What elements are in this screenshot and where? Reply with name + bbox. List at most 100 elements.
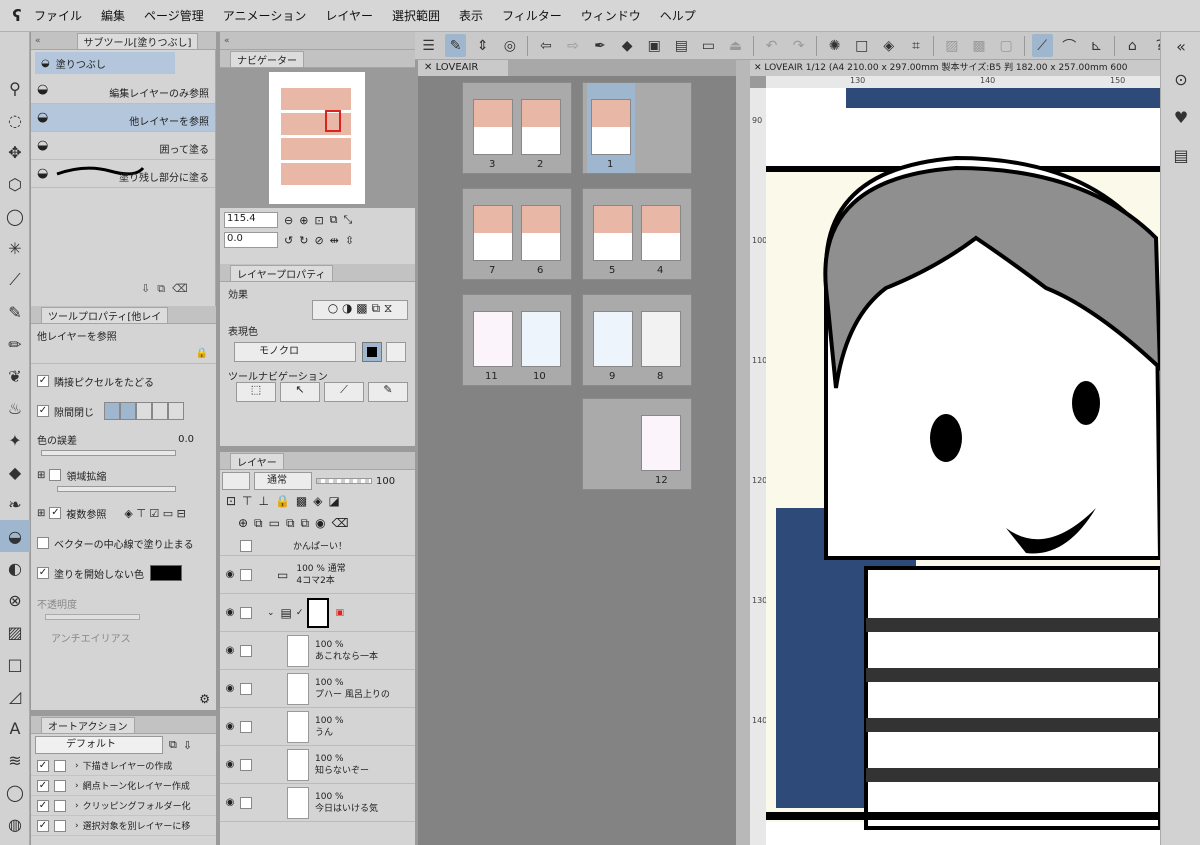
tab-layer[interactable]: レイヤー <box>230 452 284 469</box>
chevron-down-icon[interactable]: ⌄ <box>267 608 275 618</box>
object-icon[interactable]: ⬡ <box>0 168 30 200</box>
magic-wand-icon[interactable]: ✳ <box>0 232 30 264</box>
collapse-icon[interactable]: « <box>224 36 230 46</box>
layer-row[interactable]: ◉ 100 % うん <box>220 708 415 746</box>
page-spread[interactable]: 9 8 <box>582 294 692 386</box>
menu-window[interactable]: ウィンドウ <box>581 7 641 24</box>
pen-icon[interactable]: ✒ <box>589 34 610 57</box>
zoom-in-icon[interactable]: ⊕ <box>299 214 308 227</box>
checkbox[interactable]: ✓ <box>49 507 62 519</box>
chevron-right-icon[interactable]: › <box>75 821 79 831</box>
menu-filter[interactable]: フィルター <box>502 7 562 24</box>
page-spread[interactable]: 3 2 <box>462 82 572 174</box>
text-icon[interactable]: A <box>0 712 30 744</box>
zoom-out-icon[interactable]: ⊖ <box>284 214 293 227</box>
snap-grid-icon[interactable]: ⊾ <box>1086 34 1107 57</box>
checkbox[interactable]: ✓ <box>37 779 49 792</box>
balloon-icon[interactable]: ≋ <box>0 744 30 776</box>
navigator-preview[interactable] <box>220 68 415 208</box>
option-area-scaling[interactable]: ⊞ 領域拡縮 <box>31 464 216 486</box>
collapse-icon[interactable]: « <box>1161 32 1200 60</box>
layer-color-select[interactable] <box>222 472 250 490</box>
tab-autoaction[interactable]: オートアクション <box>41 716 135 733</box>
clear-icon[interactable]: □ <box>851 34 872 57</box>
subtool-item[interactable]: ◒ 編集レイヤーのみ参照 <box>31 76 215 104</box>
fill-tool-icon[interactable]: ◒ <box>0 520 30 552</box>
tab-navigator[interactable]: ナビゲーター <box>230 50 304 67</box>
ruler-icon[interactable]: ◿ <box>0 680 30 712</box>
black-swatch[interactable] <box>362 342 382 362</box>
download-icon[interactable]: ⇩ <box>141 282 150 295</box>
layer-row[interactable]: かんぱーい！ <box>220 536 415 556</box>
checkbox[interactable] <box>37 537 49 549</box>
snap-ruler-icon[interactable]: ⟋ <box>1031 34 1053 57</box>
actual-size-icon[interactable]: ⧉ <box>330 213 338 227</box>
checkbox[interactable] <box>54 759 66 772</box>
checkbox[interactable]: ✓ <box>37 819 49 832</box>
selection-icon[interactable]: ◯ <box>0 200 30 232</box>
color-margin-value[interactable]: 0.0 <box>178 434 194 445</box>
layer-row[interactable]: ◉ 100 % プハー 風呂上りの <box>220 670 415 708</box>
page-spread[interactable]: 12 <box>582 398 692 490</box>
close-icon[interactable]: ✕ <box>424 62 436 73</box>
eye-icon[interactable]: ◉ <box>220 721 240 732</box>
copy-icon[interactable]: ⧉ <box>157 282 165 295</box>
tab-pages[interactable]: ✕ LOVEAIR <box>418 60 509 76</box>
page-spread[interactable]: 7 6 <box>462 188 572 280</box>
eraser-icon[interactable]: ◆ <box>617 34 638 57</box>
eye-icon[interactable]: ◉ <box>220 607 240 618</box>
splitter[interactable] <box>736 60 750 845</box>
tab-layerprop[interactable]: レイヤープロパティ <box>230 264 333 281</box>
option-color-margin[interactable]: 色の誤差 0.0 <box>31 428 216 450</box>
layer-tool-row-2[interactable]: ⊕⧉▭⧉⧉◉⌫ <box>220 514 415 536</box>
page-spread[interactable]: 1 <box>582 82 692 174</box>
lock-checkbox[interactable] <box>240 644 252 657</box>
zoom-input[interactable]: 115.4 <box>224 212 278 228</box>
checkbox[interactable]: ✓ <box>37 375 49 387</box>
option-adjacent[interactable]: ✓ 隣接ピクセルをたどる <box>31 370 216 392</box>
layer-row[interactable]: ◉ 100 % 知らないぞー <box>220 746 415 784</box>
layer-row[interactable]: ◉ 100 % あこれなら一本 <box>220 632 415 670</box>
flip-vertical-icon[interactable]: ⇳ <box>345 234 354 247</box>
speech-icon[interactable]: ◯ <box>0 776 30 808</box>
eyedropper-icon[interactable]: ⟋ <box>0 264 30 296</box>
new-file-icon[interactable]: ▤ <box>671 34 692 57</box>
menu-icon[interactable]: ☰ <box>418 34 439 57</box>
flip-horizontal-icon[interactable]: ⇹ <box>330 234 339 247</box>
opacity-slider[interactable] <box>316 478 372 484</box>
collapse-icon[interactable]: « <box>35 36 41 46</box>
lock-checkbox[interactable] <box>240 606 252 619</box>
airbrush-icon[interactable]: ♨ <box>0 392 30 424</box>
autoaction-item[interactable]: ✓ › 網点トーン化レイヤー作成 <box>31 776 216 796</box>
checkbox[interactable]: ✓ <box>37 759 49 772</box>
spiral-icon[interactable]: ◎ <box>499 34 520 57</box>
menu-edit[interactable]: 編集 <box>101 7 125 24</box>
navigator-icon[interactable]: ⊙ <box>1161 60 1200 98</box>
checkbox[interactable] <box>54 819 66 832</box>
expand-icon[interactable]: ⊞ <box>37 470 45 481</box>
eye-icon[interactable]: ◉ <box>220 683 240 694</box>
chevron-right-icon[interactable]: › <box>75 761 79 771</box>
lock-checkbox[interactable] <box>240 682 252 695</box>
menu-animation[interactable]: アニメーション <box>223 7 307 24</box>
eye-icon[interactable]: ◉ <box>220 645 240 656</box>
checkbox[interactable] <box>49 469 62 481</box>
pointer-tool-button[interactable]: ↖ <box>280 382 320 402</box>
menu-view[interactable]: 表示 <box>459 7 483 24</box>
fill-screen-icon[interactable]: ⤡ <box>344 213 353 227</box>
layer-row[interactable]: ◉ ▭ 100 % 通常 4コマ2本 <box>220 556 415 594</box>
tab-subtool[interactable]: サブツール[塗りつぶし] <box>76 32 199 49</box>
menu-selection[interactable]: 選択範囲 <box>392 7 440 24</box>
favorites-icon[interactable]: ♥ <box>1161 98 1200 136</box>
zoom-icon[interactable]: ⚲ <box>0 72 30 104</box>
page-spread[interactable]: 5 4 <box>582 188 692 280</box>
layer-ref-icon[interactable]: ◈ ⊤ ☑ ▭ ⊟ <box>124 507 186 520</box>
gap-level-selector[interactable] <box>104 402 184 420</box>
pencil-icon[interactable]: ✏ <box>0 328 30 360</box>
menu-file[interactable]: ファイル <box>34 7 82 24</box>
new-canvas-icon[interactable]: ▣ <box>644 34 665 57</box>
checkbox[interactable]: ✓ <box>37 567 49 579</box>
page-spread[interactable]: 11 10 <box>462 294 572 386</box>
autoaction-item[interactable]: ✓ › 下描きレイヤーの作成 <box>31 756 216 776</box>
color-margin-slider[interactable] <box>41 450 176 456</box>
